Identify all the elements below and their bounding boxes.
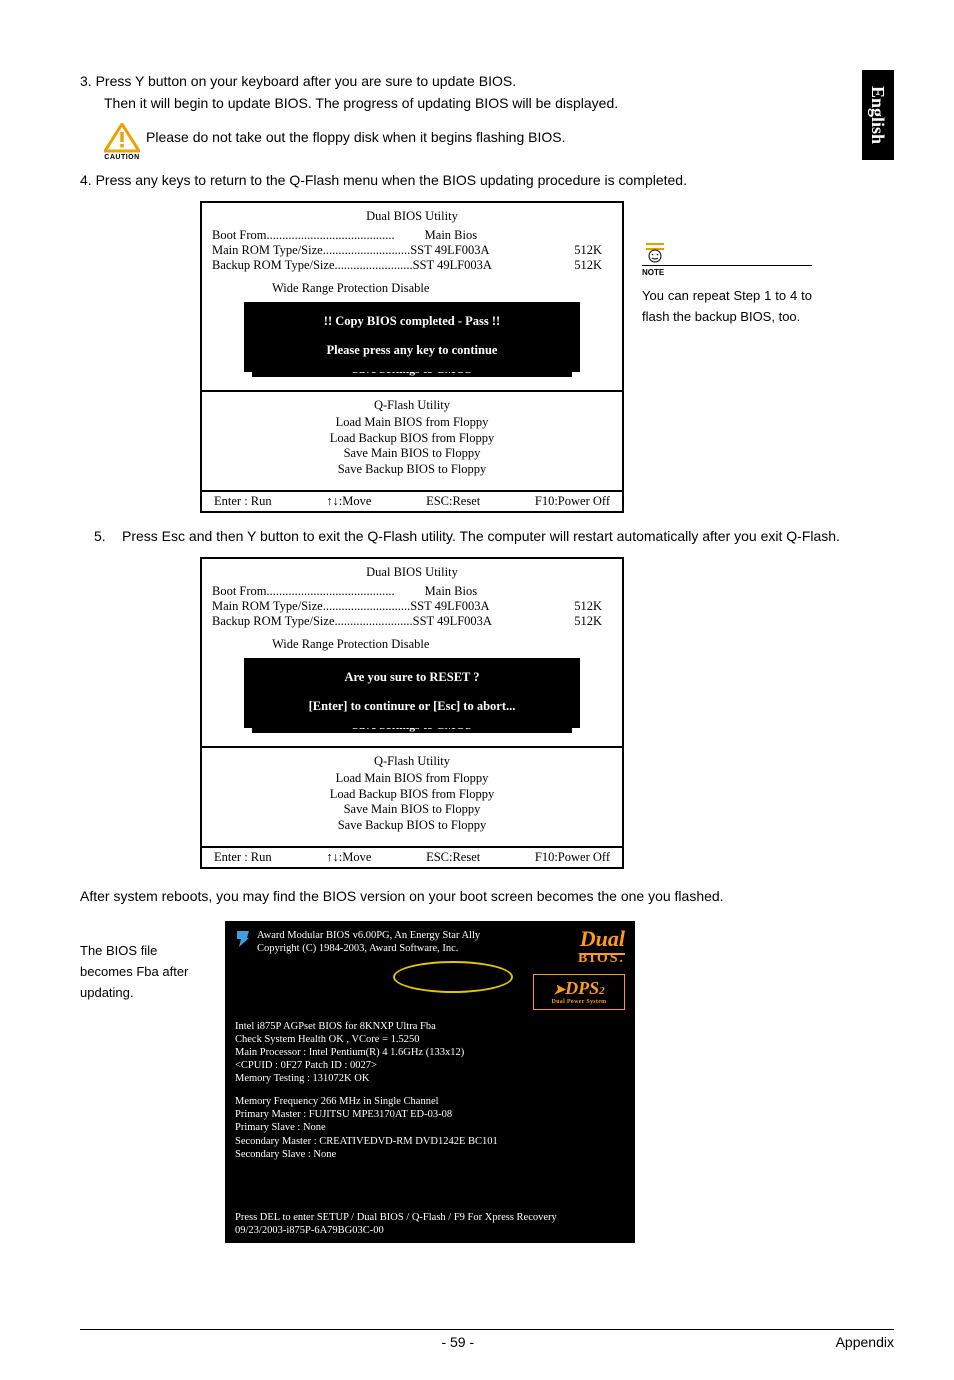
note-icon	[642, 239, 668, 263]
caution-icon: CAUTION	[104, 123, 140, 161]
qflash-menu: Load Main BIOS from Floppy Load Backup B…	[212, 413, 612, 482]
post-line: Main Processor : Intel Pentium(R) 4 1.6G…	[225, 1046, 635, 1059]
qflash-menu-item: Load Main BIOS from Floppy	[212, 771, 612, 787]
bios-title: Dual BIOS Utility	[212, 207, 612, 228]
page-number: - 59 -	[441, 1334, 474, 1350]
post-line: Memory Testing : 131072K OK	[225, 1072, 635, 1085]
bios-footer-esc: ESC:Reset	[426, 850, 480, 865]
post-line: Check System Health OK , VCore = 1.5250	[225, 1033, 635, 1046]
bios-dialog-copy: !! Copy BIOS completed - Pass !! Please …	[244, 302, 580, 372]
post-line: Secondary Master : CREATIVEDVD-RM DVD124…	[225, 1135, 635, 1148]
dialog1-line1: !! Copy BIOS completed - Pass !!	[252, 314, 572, 329]
dialog1-line2: Please press any key to continue	[252, 343, 572, 358]
bios-main-rom: Main ROM Type/Size......................…	[212, 243, 612, 258]
qflash-title: Q-Flash Utility	[212, 396, 612, 413]
page: English 3. Press Y button on your keyboa…	[0, 0, 954, 1380]
qflash-menu-item: Save Main BIOS to Floppy	[212, 446, 612, 462]
caution-row: CAUTION Please do not take out the flopp…	[104, 123, 894, 161]
bios-footer: Enter : Run ↑↓:Move ESC:Reset F10:Power …	[202, 492, 622, 511]
dialog2-line1: Are you sure to RESET ?	[252, 670, 572, 685]
post-line: 09/23/2003-i875P-6A79BG03C-00	[225, 1224, 635, 1237]
bios-backup-rom: Backup ROM Type/Size....................…	[212, 258, 612, 273]
bios-wide-range: Wide Range Protection Disable	[212, 281, 612, 296]
note-label: NOTE	[642, 265, 812, 280]
bios-panel-2: Dual BIOS Utility Boot From.............…	[200, 557, 624, 869]
bios-panel-1: Dual BIOS Utility Boot From.............…	[200, 201, 624, 513]
qflash-menu: Load Main BIOS from Floppy Load Backup B…	[212, 769, 612, 838]
energy-star-icon	[235, 929, 251, 947]
bios-cutoff-text: Save Settings to CMOS	[252, 728, 572, 733]
qflash-menu-item: Load Backup BIOS from Floppy	[212, 431, 612, 447]
qflash-menu-item: Save Main BIOS to Floppy	[212, 802, 612, 818]
bios-footer-move: ↑↓:Move	[326, 850, 371, 865]
bios-main-rom: Main ROM Type/Size......................…	[212, 599, 612, 614]
dual-bios-logo: Dual BIOS.	[533, 929, 625, 968]
bios-boot-from: Boot From...............................…	[212, 228, 612, 243]
post-line: Intel i875P AGPset BIOS for 8KNXP Ultra …	[225, 1020, 635, 1033]
post-header-1: Award Modular BIOS v6.00PG, An Energy St…	[257, 929, 480, 942]
qflash-menu-item: Load Backup BIOS from Floppy	[212, 787, 612, 803]
step3-line2: Then it will begin to update BIOS. The p…	[104, 92, 894, 114]
qflash-menu-item: Load Main BIOS from Floppy	[212, 415, 612, 431]
section-name: Appendix	[836, 1334, 894, 1350]
post-line: Secondary Slave : None	[225, 1148, 635, 1161]
bios-boot-from: Boot From...............................…	[212, 584, 612, 599]
note-box: NOTE You can repeat Step 1 to 4 to flash…	[642, 201, 812, 327]
post-line: Primary Slave : None	[225, 1121, 635, 1134]
page-footer: - 59 - Appendix	[80, 1329, 894, 1350]
bios-footer: Enter : Run ↑↓:Move ESC:Reset F10:Power …	[202, 848, 622, 867]
qflash-menu-item: Save Backup BIOS to Floppy	[212, 462, 612, 478]
qflash-title: Q-Flash Utility	[212, 752, 612, 769]
bios-footer-f10: F10:Power Off	[535, 494, 610, 509]
dialog2-line2: [Enter] to continure or [Esc] to abort..…	[252, 699, 572, 714]
post-header-2: Copyright (C) 1984-2003, Award Software,…	[257, 942, 480, 955]
caution-label: CAUTION	[104, 154, 139, 161]
bios-dialog-reset: Are you sure to RESET ? [Enter] to conti…	[244, 658, 580, 728]
bios-wide-range: Wide Range Protection Disable	[212, 637, 612, 652]
bios-footer-move: ↑↓:Move	[326, 494, 371, 509]
step5: 5. Press Esc and then Y button to exit t…	[94, 525, 894, 547]
caution-text: Please do not take out the floppy disk w…	[146, 123, 565, 145]
qflash-menu-item: Save Backup BIOS to Floppy	[212, 818, 612, 834]
step3-line1: 3. Press Y button on your keyboard after…	[80, 70, 894, 92]
post-line: Memory Frequency 266 MHz in Single Chann…	[225, 1095, 635, 1108]
bios-backup-rom: Backup ROM Type/Size....................…	[212, 614, 612, 629]
post-line: Press DEL to enter SETUP / Dual BIOS / Q…	[225, 1211, 635, 1224]
bios-footer-f10: F10:Power Off	[535, 850, 610, 865]
post-screen: Award Modular BIOS v6.00PG, An Energy St…	[225, 921, 635, 1243]
bios-footer-enter: Enter : Run	[214, 494, 272, 509]
step5-text: Press Esc and then Y button to exit the …	[122, 525, 840, 547]
bios-footer-esc: ESC:Reset	[426, 494, 480, 509]
dps-logo: ➤DPS2 Dual Power System	[533, 974, 625, 1010]
bios-footer-enter: Enter : Run	[214, 850, 272, 865]
bios-file-note: The BIOS file becomes Fba after updating…	[80, 921, 205, 1243]
bios-title: Dual BIOS Utility	[212, 563, 612, 584]
note-text: You can repeat Step 1 to 4 to flash the …	[642, 286, 812, 328]
bios-cutoff-text: Save Settings to CMOS	[252, 372, 572, 377]
post-line: Primary Master : FUJITSU MPE3170AT ED-03…	[225, 1108, 635, 1121]
after-reboot-text: After system reboots, you may find the B…	[80, 885, 894, 907]
step5-number: 5.	[94, 525, 108, 547]
step4: 4. Press any keys to return to the Q-Fla…	[80, 169, 894, 191]
language-tab: English	[862, 70, 894, 160]
post-line: <CPUID : 0F27 Patch ID : 0027>	[225, 1059, 635, 1072]
